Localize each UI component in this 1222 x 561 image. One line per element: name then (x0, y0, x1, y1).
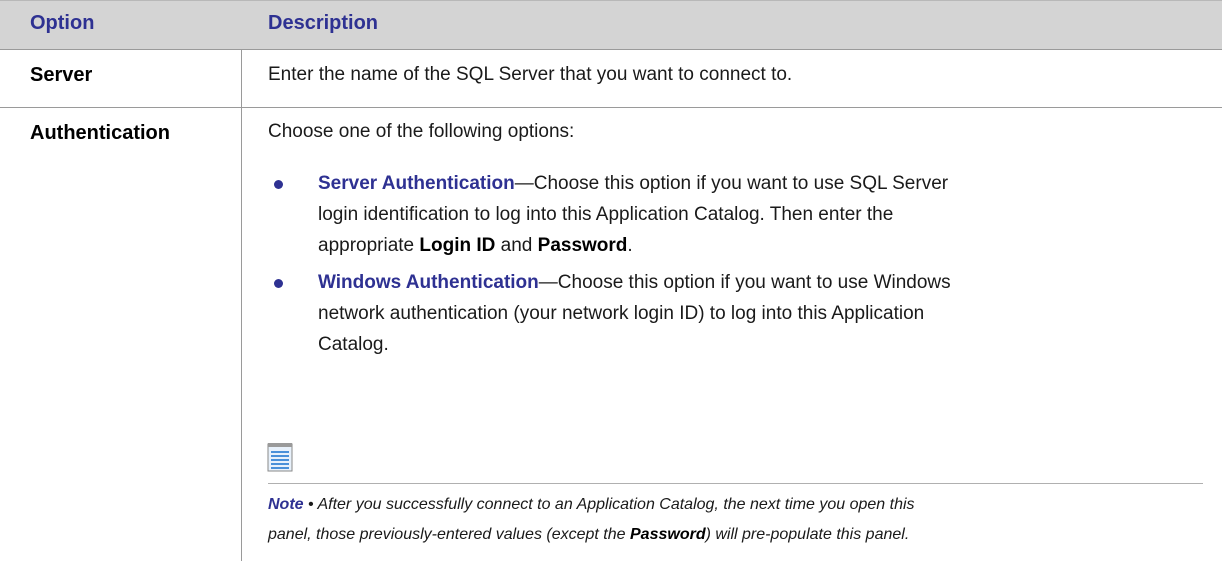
column-header-description: Description (268, 12, 379, 34)
table-header: Option Description (0, 0, 1222, 49)
option-authentication: Authentication (30, 122, 170, 144)
note-line: ) will pre-populate this panel. (705, 526, 910, 543)
option-server: Server (30, 64, 93, 86)
bullet-text: Choose this option if you want to use Wi… (557, 272, 951, 293)
term-server-authentication: Server Authentication (318, 173, 515, 194)
note-text: Note • After you successfully connect to… (268, 490, 1203, 550)
note-line: After you successfully connect to an App… (317, 496, 915, 513)
bullet-text: Catalog. (318, 334, 389, 355)
em-dash: — (514, 173, 534, 194)
column-divider (241, 49, 242, 561)
note-line: panel, those previously-entered values (… (268, 526, 630, 543)
note-divider (268, 483, 1203, 484)
bullet-text: . (627, 235, 633, 256)
column-header-option: Option (30, 12, 95, 34)
bullet-text: network authentication (your network log… (318, 303, 925, 324)
bullet-icon (274, 180, 283, 189)
bullet-text: appropriate (318, 235, 420, 256)
note-separator: • (303, 496, 318, 513)
authentication-intro: Choose one of the following options: (268, 121, 575, 142)
divider (0, 49, 1222, 50)
notepad-icon (267, 443, 293, 472)
note-label: Note (268, 496, 304, 513)
term-windows-authentication: Windows Authentication (318, 272, 539, 293)
bullet-text: Choose this option if you want to use SQ… (533, 173, 949, 194)
server-description: Enter the name of the SQL Server that yo… (268, 64, 793, 85)
divider (0, 107, 1222, 108)
password-term: Password (630, 526, 706, 543)
bullet-server-authentication: Server Authentication—Choose this option… (318, 168, 1198, 261)
em-dash: — (538, 272, 558, 293)
bullet-windows-authentication: Windows Authentication—Choose this optio… (318, 267, 1198, 360)
bullet-text: login identification to log into this Ap… (318, 204, 894, 225)
bullet-text: and (495, 235, 538, 256)
login-id-term: Login ID (419, 235, 496, 256)
password-term: Password (537, 235, 628, 256)
bullet-icon (274, 279, 283, 288)
